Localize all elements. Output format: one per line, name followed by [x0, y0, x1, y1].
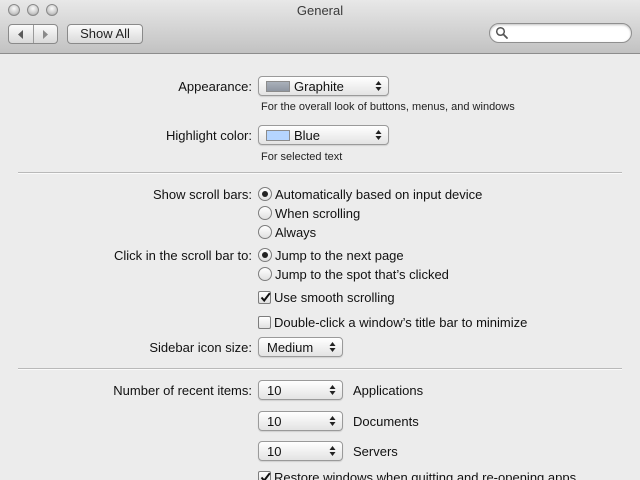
highlight-color-label: Highlight color:: [166, 128, 252, 143]
section-divider: [18, 368, 622, 370]
search-icon: [495, 26, 508, 39]
option-label: Jump to the spot that’s clicked: [275, 266, 449, 282]
scroll-bars-option-automatic[interactable]: Automatically based on input device: [258, 186, 482, 202]
updown-arrows-icon: [375, 130, 382, 140]
option-label: Always: [275, 224, 317, 240]
checkmark-icon: [260, 472, 271, 480]
recent-documents-value: 10: [267, 414, 282, 429]
recent-documents-popup[interactable]: 10: [258, 411, 343, 431]
appearance-label: Appearance:: [178, 79, 252, 94]
restore-windows-option[interactable]: Restore windows when quitting and re-ope…: [258, 469, 576, 480]
recent-servers-popup[interactable]: 10: [258, 441, 343, 461]
window-title: General: [296, 3, 344, 18]
option-label: Double-click a window’s title bar to min…: [274, 314, 528, 330]
highlight-color-popup[interactable]: Blue: [258, 125, 389, 145]
option-label: Restore windows when quitting and re-ope…: [274, 469, 577, 480]
click-scroll-bar-label: Click in the scroll bar to:: [114, 248, 252, 263]
show-all-button[interactable]: Show All: [67, 24, 143, 44]
appearance-swatch: [266, 81, 290, 92]
appearance-popup[interactable]: Graphite: [258, 76, 389, 96]
updown-arrows-icon: [375, 81, 382, 91]
forward-button[interactable]: [34, 25, 58, 43]
recent-documents-label: Documents: [353, 414, 419, 429]
smooth-scrolling-option[interactable]: Use smooth scrolling: [258, 289, 395, 305]
double-click-minimize-option[interactable]: Double-click a window’s title bar to min…: [258, 314, 527, 330]
title-bar: General Show All: [0, 0, 640, 54]
recent-applications-label: Applications: [353, 383, 424, 398]
sidebar-icon-size-popup[interactable]: Medium: [258, 337, 343, 357]
highlight-color-hint: For selected text: [261, 151, 343, 163]
click-scroll-option-next-page[interactable]: Jump to the next page: [258, 247, 404, 263]
appearance-hint: For the overall look of buttons, menus, …: [261, 101, 515, 113]
smooth-scrolling-checkbox[interactable]: [258, 290, 271, 304]
option-label: Jump to the next page: [275, 247, 404, 263]
radio-button[interactable]: [258, 187, 272, 201]
restore-windows-checkbox[interactable]: [258, 470, 271, 480]
radio-button[interactable]: [258, 225, 272, 239]
scroll-bars-option-when-scrolling[interactable]: When scrolling: [258, 205, 360, 221]
option-label: When scrolling: [275, 205, 361, 221]
back-forward-control: [8, 24, 58, 44]
show-scroll-bars-label: Show scroll bars:: [153, 187, 252, 202]
back-button[interactable]: [9, 25, 34, 43]
preferences-window: General Show All Appearance: Graphite Fo…: [0, 0, 640, 480]
scroll-bars-option-always[interactable]: Always: [258, 224, 316, 240]
click-scroll-option-spot-clicked[interactable]: Jump to the spot that’s clicked: [258, 266, 449, 282]
radio-button[interactable]: [258, 267, 272, 281]
search-field[interactable]: [489, 23, 632, 43]
option-label: Automatically based on input device: [275, 186, 483, 202]
updown-arrows-icon: [329, 446, 336, 456]
updown-arrows-icon: [329, 416, 336, 426]
radio-button[interactable]: [258, 248, 272, 262]
highlight-swatch: [266, 130, 290, 141]
checkmark-icon: [260, 292, 271, 302]
double-click-minimize-checkbox[interactable]: [258, 315, 271, 329]
recent-applications-value: 10: [267, 383, 282, 398]
section-divider: [18, 172, 622, 174]
chevron-right-icon: [43, 29, 49, 39]
recent-servers-value: 10: [267, 444, 282, 459]
recent-applications-popup[interactable]: 10: [258, 380, 343, 400]
recent-items-label: Number of recent items:: [113, 383, 252, 398]
radio-button[interactable]: [258, 206, 272, 220]
highlight-color-value: Blue: [294, 128, 321, 143]
appearance-value: Graphite: [294, 79, 344, 94]
sidebar-icon-size-value: Medium: [267, 340, 314, 355]
chevron-left-icon: [17, 29, 23, 39]
option-label: Use smooth scrolling: [274, 289, 395, 305]
updown-arrows-icon: [329, 342, 336, 352]
recent-servers-label: Servers: [353, 444, 398, 459]
updown-arrows-icon: [329, 385, 336, 395]
sidebar-icon-size-label: Sidebar icon size:: [149, 340, 252, 355]
search-input[interactable]: [510, 25, 626, 41]
